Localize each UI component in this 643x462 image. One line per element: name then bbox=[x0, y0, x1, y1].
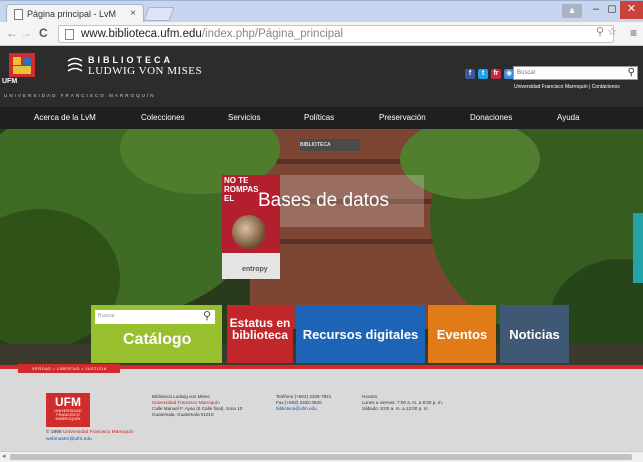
page-icon bbox=[14, 9, 23, 20]
browser-tab[interactable]: Página principal - LvM × bbox=[6, 4, 144, 23]
catalog-label[interactable]: Catálogo bbox=[123, 331, 191, 349]
tab-title: Página principal - LvM bbox=[27, 9, 117, 19]
building-sign: BIBLIOTECA bbox=[300, 142, 331, 148]
facebook-icon[interactable]: f bbox=[465, 69, 475, 79]
twitter-icon[interactable]: t bbox=[478, 69, 488, 79]
hours-line: Sábado: 8:00 a. m. a 12:00 p. m. bbox=[362, 406, 429, 411]
horizontal-scrollbar[interactable]: ◂ bbox=[0, 451, 643, 462]
poster-line-2: ROMPAS bbox=[224, 185, 259, 194]
ufm-label: UFM bbox=[2, 78, 18, 85]
poster-line-3: EL bbox=[224, 194, 235, 203]
hero-banner: BIBLIOTECA NO TE ROMPAS EL entropy Bases… bbox=[0, 129, 643, 365]
footer-address: Biblioteca Ludwig von Mises Universidad … bbox=[152, 394, 242, 418]
address-bar[interactable]: www.biblioteca.ufm.edu/index.php/Página_… bbox=[58, 25, 614, 43]
main-navigation: Acerca de la LvM Colecciones Servicios P… bbox=[0, 107, 643, 129]
library-subname: LUDWIG VON MISES bbox=[88, 65, 203, 77]
poster-line-1: NO TE bbox=[224, 176, 249, 185]
copyright: © 1998 Universidad Francisco Marroquín bbox=[46, 430, 134, 435]
url-domain: www.biblioteca.ufm.edu bbox=[81, 28, 202, 40]
status-line-2: biblioteca bbox=[231, 328, 288, 342]
status-tile[interactable]: Estatus en biblioteca bbox=[227, 305, 293, 363]
events-tile[interactable]: Eventos bbox=[428, 305, 496, 363]
back-arrow-icon[interactable]: ← bbox=[6, 26, 18, 40]
close-window-button[interactable]: ✕ bbox=[620, 1, 643, 19]
user-icon[interactable]: ▲ bbox=[562, 4, 582, 18]
digital-resources-tile[interactable]: Recursos digitales bbox=[296, 305, 425, 363]
nav-item-preservacion[interactable]: Preservación bbox=[379, 113, 426, 122]
chrome-menu-icon[interactable]: ≡ bbox=[630, 26, 637, 40]
university-link[interactable]: Universidad Francisco Marroquín | Contác… bbox=[514, 84, 620, 90]
nav-item-acerca[interactable]: Acerca de la LvM bbox=[34, 113, 96, 122]
page-icon bbox=[65, 29, 74, 40]
catalog-search-placeholder: Buscar bbox=[98, 313, 116, 319]
catalog-tile[interactable]: Buscar ⚲ Catálogo bbox=[91, 305, 222, 363]
library-logo-icon[interactable] bbox=[66, 56, 84, 74]
footer-logo-text: UFM bbox=[55, 395, 81, 409]
maximize-button[interactable]: ◻ bbox=[604, 1, 620, 19]
news-tile[interactable]: Noticias bbox=[500, 305, 569, 363]
address-line: Guatemala, Guatemala 01010 bbox=[152, 412, 214, 417]
browser-toolbar: ← → C www.biblioteca.ufm.edu/index.php/P… bbox=[0, 22, 643, 46]
new-tab-button[interactable] bbox=[143, 7, 175, 21]
hero-title[interactable]: Bases de datos bbox=[258, 190, 389, 212]
forward-arrow-icon[interactable]: → bbox=[20, 26, 32, 40]
reload-icon[interactable]: C bbox=[39, 26, 48, 40]
poster-brand: entropy bbox=[242, 266, 268, 273]
footer-hours: Horario Lunes a viernes: 7:00 a. m. a 9:… bbox=[362, 394, 443, 412]
email-link[interactable]: biblioteca@ufm.edu bbox=[276, 406, 331, 412]
footer-contact: Teléfono (+502) 2338-7921 Fax (+502) 233… bbox=[276, 394, 331, 412]
scroll-thumb[interactable] bbox=[10, 454, 632, 460]
catalog-search-input[interactable]: Buscar ⚲ bbox=[95, 310, 215, 324]
footer-ribbon: VERDAD • LIBERTAD • JUSTICIA bbox=[18, 364, 120, 373]
browser-window: Página principal - LvM × ▲ – ◻ ✕ ← → C w… bbox=[0, 0, 643, 462]
coconut-image bbox=[232, 215, 266, 249]
nav-item-servicios[interactable]: Servicios bbox=[228, 113, 260, 122]
nav-item-politicas[interactable]: Políticas bbox=[304, 113, 334, 122]
nav-item-ayuda[interactable]: Ayuda bbox=[557, 113, 580, 122]
tab-bar: Página principal - LvM × ▲ – ◻ ✕ bbox=[0, 0, 643, 23]
side-feedback-tab[interactable] bbox=[633, 213, 643, 283]
copyright-year: © 1998 bbox=[46, 430, 62, 435]
zoom-icon[interactable]: ⚲ ☆ bbox=[596, 25, 617, 38]
search-icon[interactable]: ⚲ bbox=[628, 67, 635, 78]
site-header: UFM BIBLIOTECA LUDWIG VON MISES UNIVERSI… bbox=[0, 46, 643, 107]
webmaster-link[interactable]: webmaster@ufm.edu bbox=[46, 437, 92, 442]
nav-item-colecciones[interactable]: Colecciones bbox=[141, 113, 185, 122]
tab-close-icon[interactable]: × bbox=[130, 8, 136, 19]
search-placeholder: Buscar bbox=[517, 70, 536, 76]
scroll-left-icon[interactable]: ◂ bbox=[2, 452, 6, 460]
tagline: UNIVERSIDAD FRANCISCO MARROQUÍN bbox=[4, 93, 156, 98]
footer-logo-line-3: MARROQUÍN bbox=[55, 416, 81, 421]
flickr-icon[interactable]: fr bbox=[491, 69, 501, 79]
library-name: BIBLIOTECA bbox=[88, 55, 173, 65]
search-icon[interactable]: ⚲ bbox=[203, 309, 211, 322]
copyright-link[interactable]: Universidad Francisco Marroquín bbox=[63, 430, 134, 435]
nav-item-donaciones[interactable]: Donaciones bbox=[470, 113, 512, 122]
minimize-button[interactable]: – bbox=[588, 1, 604, 19]
ufm-footer-logo[interactable]: UFM UNIVERSIDAD FRANCISCO MARROQUÍN bbox=[46, 393, 90, 427]
site-search-input[interactable]: Buscar ⚲ bbox=[513, 66, 638, 80]
url-path: /index.php/Página_principal bbox=[201, 28, 344, 40]
site-footer: VERDAD • LIBERTAD • JUSTICIA UFM UNIVERS… bbox=[0, 364, 643, 451]
